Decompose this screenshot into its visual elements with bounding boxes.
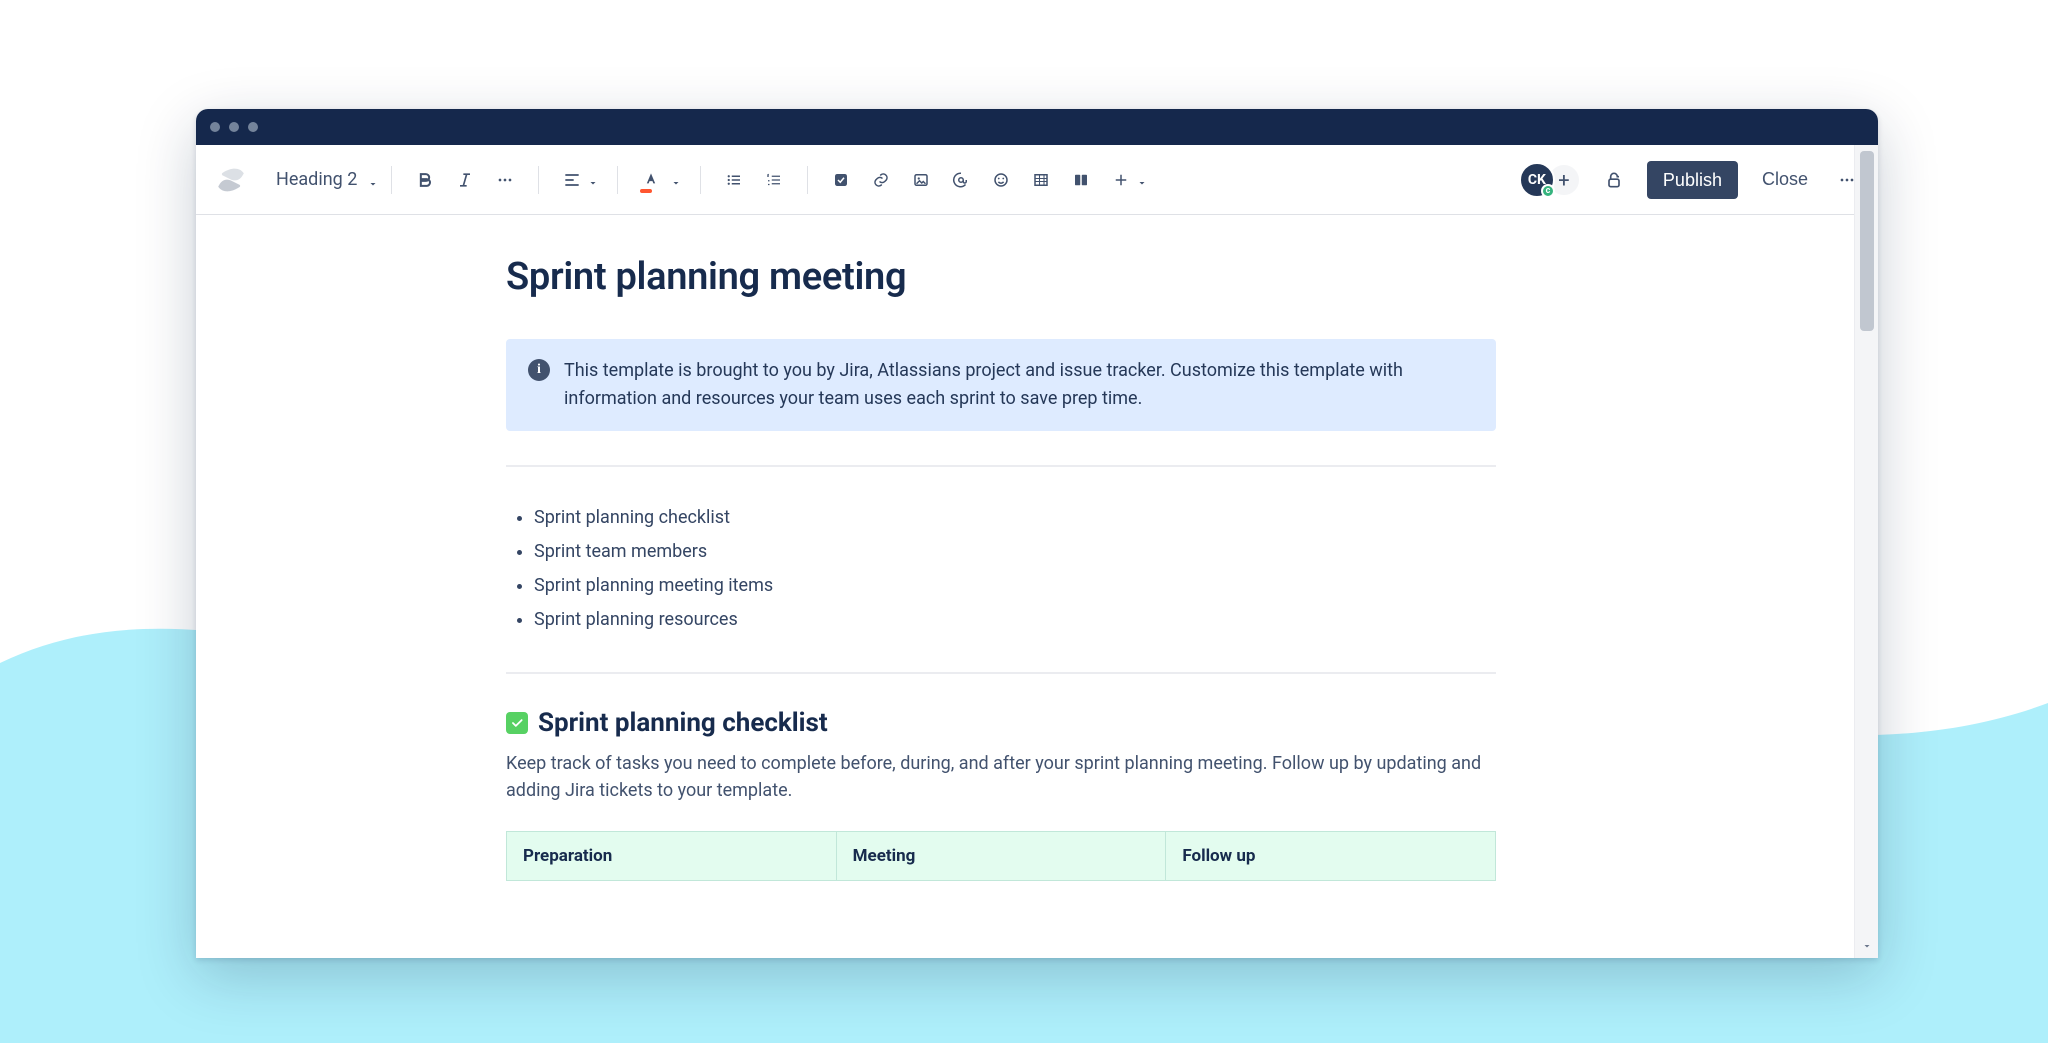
traffic-light-button[interactable] [248, 122, 258, 132]
presence-avatars: CK c + [1519, 162, 1581, 198]
info-panel[interactable]: i This template is brought to you by Jir… [506, 339, 1496, 431]
section-description[interactable]: Keep track of tasks you need to complete… [506, 750, 1496, 806]
section-heading-text: Sprint planning checklist [538, 708, 828, 738]
user-avatar[interactable]: CK c [1519, 162, 1555, 198]
window-titlebar [196, 109, 1878, 145]
chevron-down-icon [367, 174, 379, 186]
app-viewport: Heading 2 [196, 145, 1878, 958]
bullet-list-button[interactable] [719, 165, 749, 195]
toc-item[interactable]: Sprint planning meeting items [534, 569, 1496, 603]
table-header[interactable]: Preparation [507, 832, 837, 881]
editor-toolbar: Heading 2 [196, 145, 1878, 215]
chevron-down-icon [587, 174, 599, 186]
presence-indicator: c [1541, 184, 1555, 198]
toc-item[interactable]: Sprint planning resources [534, 603, 1496, 637]
traffic-light-button[interactable] [229, 122, 239, 132]
image-button[interactable] [906, 165, 936, 195]
publish-button[interactable]: Publish [1647, 161, 1738, 199]
scroll-down-button[interactable] [1860, 940, 1874, 956]
checklist-table[interactable]: Preparation Meeting Follow up [506, 831, 1496, 881]
info-panel-text[interactable]: This template is brought to you by Jira,… [564, 357, 1474, 413]
document-area[interactable]: Sprint planning meeting i This template … [196, 215, 1878, 958]
confluence-logo-icon [216, 165, 246, 195]
traffic-light-button[interactable] [210, 122, 220, 132]
link-button[interactable] [866, 165, 896, 195]
italic-button[interactable] [450, 165, 480, 195]
heading-select[interactable]: Heading 2 [256, 169, 387, 190]
table-header[interactable]: Meeting [836, 832, 1166, 881]
restrictions-button[interactable] [1599, 165, 1629, 195]
toc-item[interactable]: Sprint planning checklist [534, 501, 1496, 535]
alignment-button[interactable] [557, 165, 587, 195]
divider [506, 465, 1496, 467]
divider [506, 672, 1496, 674]
insert-menu-button[interactable] [1106, 165, 1136, 195]
close-button[interactable]: Close [1756, 161, 1814, 198]
emoji-button[interactable] [986, 165, 1016, 195]
table-button[interactable] [1026, 165, 1056, 195]
scrollbar-thumb[interactable] [1860, 151, 1874, 331]
table-header[interactable]: Follow up [1166, 832, 1496, 881]
text-color-button[interactable] [636, 165, 666, 195]
color-swatch [640, 189, 652, 193]
info-icon: i [528, 359, 550, 381]
mention-button[interactable] [946, 165, 976, 195]
more-formatting-button[interactable] [490, 165, 520, 195]
toc-item[interactable]: Sprint team members [534, 535, 1496, 569]
check-mark-icon [506, 712, 528, 734]
heading-select-label: Heading 2 [276, 169, 357, 190]
action-item-button[interactable] [826, 165, 856, 195]
section-heading[interactable]: Sprint planning checklist [506, 708, 1496, 738]
scrollbar[interactable] [1854, 145, 1878, 958]
bold-button[interactable] [410, 165, 440, 195]
layouts-button[interactable] [1066, 165, 1096, 195]
browser-window: Heading 2 [196, 109, 1878, 958]
table-of-contents: Sprint planning checklist Sprint team me… [506, 501, 1496, 638]
page-title[interactable]: Sprint planning meeting [506, 255, 1496, 299]
numbered-list-button[interactable] [759, 165, 789, 195]
chevron-down-icon [670, 174, 682, 186]
chevron-down-icon [1136, 174, 1148, 186]
